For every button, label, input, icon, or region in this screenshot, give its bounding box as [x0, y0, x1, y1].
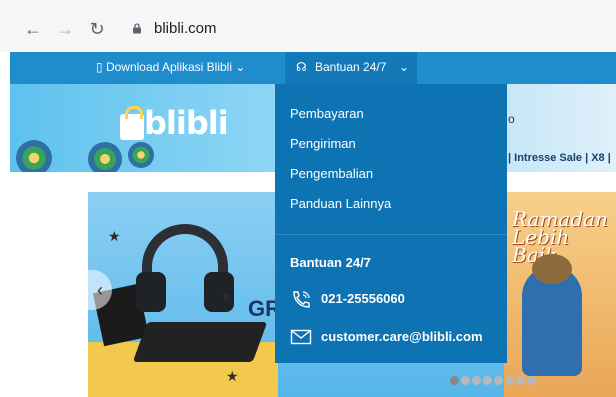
help-links: Pembayaran Pengiriman Pengembalian Pandu…	[290, 106, 391, 226]
carousel-dot[interactable]	[450, 376, 459, 385]
mousepad-image	[132, 322, 268, 362]
menu-item-pengembalian[interactable]: Pengembalian	[290, 166, 391, 196]
ramadan-title: Ramadan Lebih Baik	[512, 207, 608, 267]
address-bar-url[interactable]: blibli.com	[154, 20, 217, 37]
promo-ticker[interactable]: | Intresse Sale | X8 |	[508, 152, 611, 164]
ramadan-side-banner[interactable]: Ramadan Lebih Baik	[504, 192, 616, 397]
support-email-address: customer.care@blibli.com	[321, 329, 483, 344]
blibli-logo[interactable]: blibli	[120, 102, 232, 152]
help-menu-toggle[interactable]: ☊ Bantuan 24/7 ⌄	[285, 52, 417, 84]
star-icon: ★	[226, 368, 239, 384]
search-placeholder-fragment[interactable]: o	[508, 112, 515, 126]
menu-divider	[275, 234, 507, 235]
help-dropdown-menu: Pembayaran Pengiriman Pengembalian Pandu…	[275, 84, 507, 363]
star-icon: ★	[108, 228, 121, 244]
phone-icon	[293, 291, 310, 308]
download-app-link[interactable]: ▯ Download Aplikasi Blibli ⌄	[96, 60, 245, 74]
carousel-dot[interactable]	[483, 376, 492, 385]
menu-item-pengiriman[interactable]: Pengiriman	[290, 136, 391, 166]
chevron-down-icon: ⌄	[399, 60, 410, 74]
carousel-dot[interactable]	[527, 376, 536, 385]
carousel-pagination	[450, 372, 538, 385]
carousel-dot[interactable]	[461, 376, 470, 385]
top-utility-bar: ▯ Download Aplikasi Blibli ⌄ ☊ Bantuan 2…	[10, 52, 616, 84]
support-title: Bantuan 24/7	[290, 255, 371, 270]
ornament-decoration	[88, 142, 122, 172]
lock-icon	[133, 23, 141, 34]
carousel-dot[interactable]	[516, 376, 525, 385]
reload-icon[interactable]: ↻	[86, 18, 108, 40]
carousel-dot[interactable]	[472, 376, 481, 385]
mail-icon	[290, 329, 312, 345]
shopping-bag-icon	[120, 106, 144, 140]
star-icon: ★	[220, 288, 233, 304]
phone-device-icon: ▯	[96, 60, 106, 74]
support-phone-number: 021-25556060	[321, 291, 405, 306]
back-arrow-icon[interactable]: ←	[22, 18, 44, 40]
mascot-head	[532, 254, 572, 284]
ornament-decoration	[16, 140, 52, 172]
carousel-dot[interactable]	[494, 376, 503, 385]
headphone-cup	[136, 272, 166, 312]
browser-toolbar: ← → ↻ blibli.com	[0, 0, 616, 52]
forward-arrow-icon[interactable]: →	[54, 18, 76, 40]
help-menu-label: Bantuan 24/7	[315, 60, 387, 74]
menu-item-panduan-lainnya[interactable]: Panduan Lainnya	[290, 196, 391, 226]
carousel-dot[interactable]	[505, 376, 514, 385]
headset-icon: ☊	[296, 60, 307, 74]
menu-item-pembayaran[interactable]: Pembayaran	[290, 106, 391, 136]
